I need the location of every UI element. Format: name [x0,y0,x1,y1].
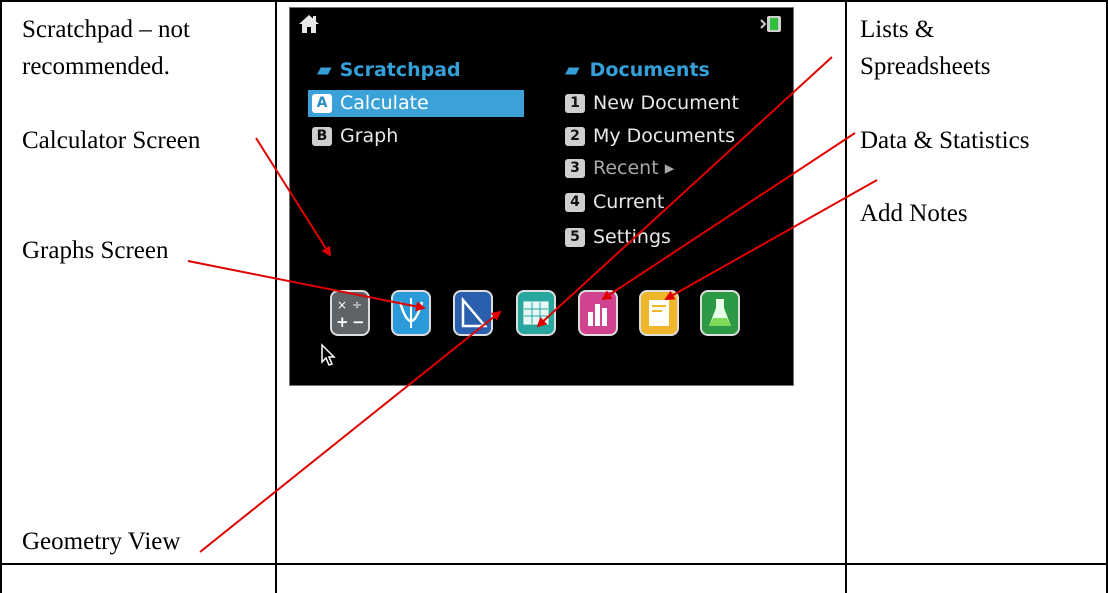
menu-item-label: Current [593,191,665,213]
menu-item-label: My Documents [593,125,736,147]
triangle-icon [461,296,488,328]
menu-item-label: Graph [340,125,399,147]
menu-item-calculate[interactable]: A Calculate [308,90,524,117]
menu-item-label: Calculate [340,92,429,114]
key-badge: 2 [565,127,585,146]
key-badge: 1 [565,94,585,113]
battery-icon [760,16,781,32]
menu-item-graph[interactable]: B Graph [312,123,398,150]
documents-header-label: Documents [589,59,710,81]
notes-app-icon[interactable] [639,290,679,336]
table-top-border [0,0,1108,2]
scratchpad-note-line1: Scratchpad – not [22,16,191,43]
bar-chart-icon [588,304,607,326]
menu-item-current[interactable]: 4 Current [565,189,664,216]
svg-text:÷: ÷ [352,298,362,312]
mouse-pointer-icon [321,343,336,366]
calculator-app-icon[interactable]: × ÷ + − [330,290,370,336]
key-badge: B [312,127,332,146]
svg-text:×: × [337,298,347,312]
svg-text:+: + [336,313,349,331]
notepad-icon [649,300,669,326]
scratchpad-header-label: Scratchpad [339,59,461,81]
scratchpad-icon: ▰ [317,59,332,81]
documents-header: ▰ Documents [565,59,710,81]
menu-item-label: New Document [593,92,739,114]
menu-item-my-documents[interactable]: 2 My Documents [565,123,735,150]
calculator-icon: × ÷ + − [336,298,365,331]
svg-text:−: − [352,313,365,331]
lists-label-line1: Lists & [860,16,935,43]
column-divider-right [845,0,847,593]
add-notes-label: Add Notes [860,200,968,227]
row-divider [0,563,1108,565]
menu-item-new-document[interactable]: 1 New Document [565,90,739,117]
home-icon[interactable] [298,13,320,35]
lists-spreadsheets-app-icon[interactable] [516,290,556,336]
scratchpad-header: ▰ Scratchpad [317,59,461,81]
key-badge: 5 [565,228,585,247]
calculator-home-screen: ▰ Scratchpad ▰ Documents A Calculate B Graph… [289,7,794,386]
menu-item-settings[interactable]: 5 Settings [565,224,671,251]
calculator-screen-label: Calculator Screen [22,127,201,154]
scratchpad-note-line2: recommended. [22,53,170,80]
documents-icon: ▰ [565,59,580,81]
lists-label-line2: Spreadsheets [860,53,991,80]
graph-parabola-icon [398,298,424,328]
menu-item-label: Settings [593,226,671,248]
geometry-view-label: Geometry View [22,528,181,555]
table-left-border [0,0,2,593]
graphs-app-icon[interactable] [391,290,431,336]
menu-item-recent[interactable]: 3 Recent ▸ [565,155,674,182]
spreadsheet-icon [523,301,549,325]
menu-item-label: Recent ▸ [593,157,675,179]
key-badge: 3 [565,159,585,178]
column-divider-left [275,0,277,593]
graphs-screen-label: Graphs Screen [22,237,169,264]
key-badge: A [312,94,332,113]
data-statistics-app-icon[interactable] [578,290,618,336]
data-statistics-label: Data & Statistics [860,127,1030,154]
flask-icon [709,299,731,326]
vernier-app-icon[interactable] [700,290,740,336]
geometry-app-icon[interactable] [453,290,493,336]
key-badge: 4 [565,193,585,212]
